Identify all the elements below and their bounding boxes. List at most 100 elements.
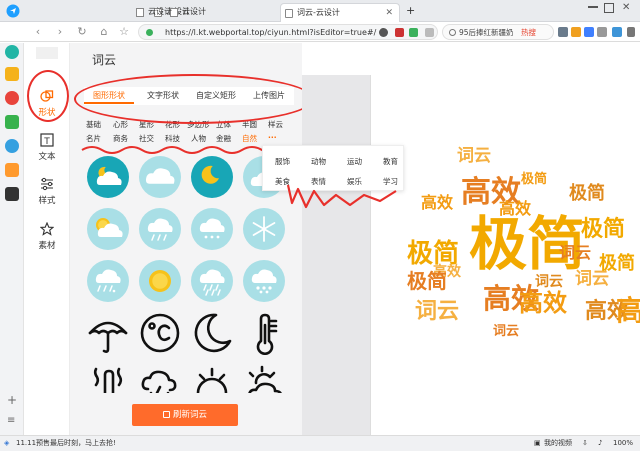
sun-cloud-outline-icon[interactable] [242,363,286,393]
sidebar-item-label: 文本 [38,152,56,162]
close-window-icon[interactable]: ✕ [622,2,636,16]
maximize-icon[interactable] [604,3,614,13]
page-icon [285,9,293,18]
cloud-icon[interactable] [138,155,182,199]
category-item[interactable]: 基础 [86,119,101,130]
page-icon [136,8,144,17]
toolbar-icon[interactable] [558,27,568,37]
storm-cloud-icon[interactable] [138,363,182,393]
crescent-moon-icon[interactable] [190,311,234,355]
new-tab-button[interactable]: + [404,3,415,22]
app-icon[interactable] [5,115,19,129]
menu-icon[interactable] [627,27,635,37]
category-more-button[interactable]: ... [268,131,277,140]
browser-tab-bar: 云设计 词云-云设计 ✕ + ✕ [0,0,640,22]
status-bar: ◈ 11.11预售最后时刻，马上去抢! ▣ 我的视频 ⇩ ♪ 100% [0,435,640,451]
celsius-icon[interactable] [138,311,182,355]
wordcloud-word: 极简 [599,253,635,274]
browser-nav-bar: ‹ › ↻ ⌂ ☆ https://l.kt.webportal.top/ciy… [0,22,640,42]
umbrella-icon[interactable] [86,311,130,355]
wordcloud-word: 极简 [407,269,447,293]
tab-title: 云设计 [148,7,172,16]
popup-item[interactable]: 动物 [311,156,326,167]
game-icon[interactable] [5,163,19,177]
tab-title: 云设计 [182,7,206,16]
hot-search-label[interactable]: 热搜 [521,25,536,40]
rain-cloud-icon[interactable] [138,207,182,251]
popup-item[interactable]: 教育 [383,156,398,167]
annotation-zigzag [286,184,397,209]
sunset-icon[interactable] [190,363,234,393]
close-tab-icon[interactable]: ✕ [385,4,393,22]
toolbar-icon[interactable] [612,27,622,37]
search-icon [449,29,456,36]
bookmark-star-icon[interactable]: ☆ [116,24,132,40]
canvas-gutter [302,43,370,435]
sidebar-item-text[interactable]: T 文本 [24,129,70,169]
menu-lines-icon[interactable]: ≡ [7,415,15,426]
search-text: 95后捧红新疆奶 [459,28,514,37]
volume-icon[interactable]: ♪ [598,436,602,451]
wordcloud-word: 极简 [521,172,548,187]
sidebar-item-label: 素材 [38,241,56,251]
toolbar-icon[interactable] [597,27,607,37]
wordcloud-canvas[interactable]: 极简 高效 词云 极简 高效 词云 极简 高效 词云 极简 词云 高效 极简 词云 高效 高效 词云 极简 极简 高效… [370,75,640,435]
toolbar-icon[interactable] [571,27,581,37]
sun-icon[interactable] [138,259,182,303]
tab-3-active[interactable]: 词云-云设计 ✕ [280,3,400,22]
hail-cloud-icon[interactable] [242,259,286,303]
forward-icon[interactable]: › [52,24,68,40]
thermometer-icon[interactable] [242,311,286,355]
snowflake-icon[interactable] [242,207,286,251]
category-item[interactable]: 心形 [113,119,128,130]
home-icon[interactable]: ⌂ [96,24,112,40]
sun-cloud-icon[interactable] [86,207,130,251]
minimize-icon[interactable] [588,6,598,8]
wordcloud-word: 极简 [581,217,626,242]
search-box[interactable]: 95后捧红新疆奶 热搜 [442,24,554,40]
video-icon: ▣ [534,439,541,447]
category-item[interactable]: 样云 [268,119,283,130]
wordcloud-word: 极简 [569,183,605,204]
zoom-level[interactable]: 100% [613,436,633,451]
snow-cloud-icon[interactable] [190,207,234,251]
refresh-icon[interactable]: ↻ [74,24,90,40]
refresh-wordcloud-button[interactable]: 刷新词云 [132,404,238,426]
sidebar-item-label: 样式 [38,196,56,206]
cloud-sun-icon[interactable] [86,155,130,199]
panda-icon[interactable] [5,187,19,201]
lightning-icon[interactable] [409,28,418,37]
canvas-header [302,43,640,75]
add-icon[interactable]: + [7,393,17,407]
moon-night-icon[interactable] [190,155,234,199]
refresh-label: 刷新词云 [172,410,207,420]
weibo-icon[interactable] [5,91,19,105]
browser-logo-icon[interactable] [6,4,20,18]
download-icon[interactable]: ⇩ [582,436,588,451]
promo-text[interactable]: 11.11预售最后时刻，马上去抢! [16,436,116,451]
site-icon[interactable] [379,28,388,37]
address-bar[interactable]: https://l.kt.webportal.top/ciyun.html?is… [138,24,438,40]
my-video-link[interactable]: 我的视频 [544,436,572,451]
favorites-star-icon[interactable] [5,67,19,81]
heavy-rain-cloud-icon[interactable] [190,259,234,303]
popup-item[interactable]: 运动 [347,156,362,167]
dropdown-icon[interactable] [425,28,434,37]
popup-item[interactable]: 服饰 [275,156,290,167]
app-icon[interactable] [5,139,19,153]
hot-thermometer-icon[interactable] [86,363,130,393]
toolbar-icon[interactable] [584,27,594,37]
bell-icon: ◈ [4,439,10,447]
sleet-cloud-icon[interactable] [86,259,130,303]
sidebar-item-style[interactable]: 样式 [24,173,70,213]
wordcloud-word: 词云 [535,274,563,290]
extension-icon[interactable] [395,28,404,37]
sidebar-item-material[interactable]: 素材 [24,218,70,258]
back-icon[interactable]: ‹ [30,24,46,40]
app-icon[interactable] [5,45,19,59]
wordcloud-word: 词云 [415,299,460,324]
text-icon: T [40,133,54,147]
logo-placeholder [36,47,58,59]
wordcloud-word: 高 [616,294,640,327]
wordcloud-word: 高效 [499,199,532,218]
